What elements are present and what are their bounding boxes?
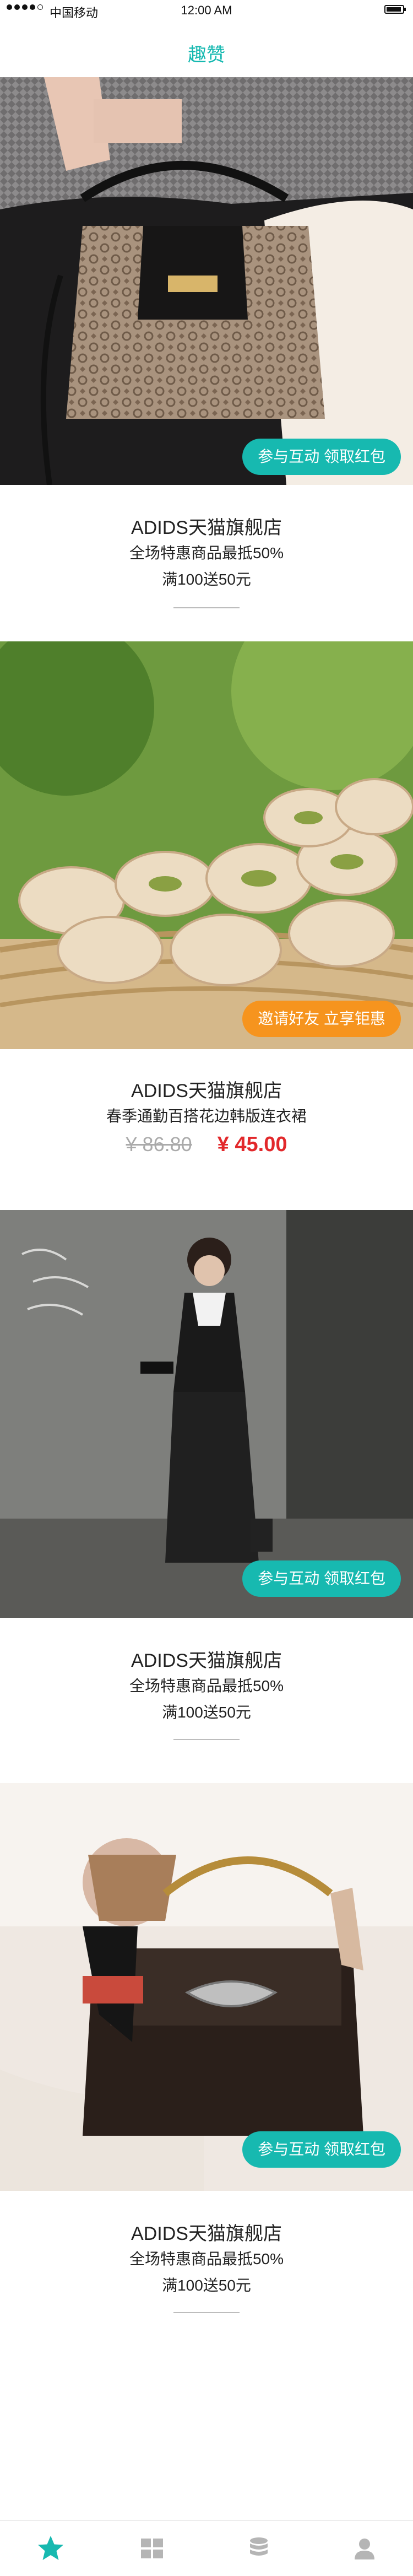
tab-profile[interactable] xyxy=(348,2532,381,2565)
divider xyxy=(173,607,240,608)
sale-price: ¥ 45.00 xyxy=(217,1133,287,1156)
fashion-model-image[interactable] xyxy=(0,1210,413,1618)
grid-icon xyxy=(141,2539,163,2558)
page-title: 趣赞 xyxy=(188,45,225,66)
tab-home[interactable] xyxy=(34,2532,67,2565)
tab-data[interactable] xyxy=(242,2532,275,2565)
pistachio-image[interactable] xyxy=(0,641,413,1049)
invite-pill-button[interactable]: 邀请好友 立享钜惠 xyxy=(242,1001,401,1037)
tab-bar xyxy=(0,2520,413,2576)
divider xyxy=(173,2312,240,2313)
clock: 12:00 AM xyxy=(181,3,232,17)
card-desc-line2: 满100送50元 xyxy=(162,2277,251,2294)
card-desc-line1: 全场特惠商品最抵50% xyxy=(129,1677,284,1694)
card-desc-line2: 满100送50元 xyxy=(162,1704,251,1721)
card-desc-line2: 满100送50元 xyxy=(162,571,251,588)
tab-category[interactable] xyxy=(135,2532,169,2565)
database-icon xyxy=(250,2537,268,2556)
promo-pill-button[interactable]: 参与互动 领取红包 xyxy=(242,439,401,475)
card-title: ADIDS天猫旗舰店 xyxy=(131,2223,282,2244)
card-desc-line1: 全场特惠商品最抵50% xyxy=(129,544,284,561)
card-desc-line1: 全场特惠商品最抵50% xyxy=(129,2250,284,2267)
nav-bar: 趣赞 xyxy=(0,22,413,77)
divider xyxy=(173,1739,240,1740)
promo-pill-button[interactable]: 参与互动 领取红包 xyxy=(242,2131,401,2168)
user-icon xyxy=(355,2539,374,2559)
price-row: ¥ 86.80 ¥ 45.00 xyxy=(0,1133,413,1157)
card-subtitle: 春季通勤百搭花边韩版连衣裙 xyxy=(106,1108,307,1125)
leather-bag-image[interactable] xyxy=(0,1783,413,2191)
card-title: ADIDS天猫旗舰店 xyxy=(131,517,282,538)
original-price: ¥ 86.80 xyxy=(126,1133,192,1155)
status-bar: 中国移动 12:00 AM xyxy=(0,0,413,22)
card-title: ADIDS天猫旗舰店 xyxy=(131,1081,282,1101)
promo-pill-button[interactable]: 参与互动 领取红包 xyxy=(242,1560,401,1597)
star-icon xyxy=(38,2536,63,2560)
handbag-image[interactable] xyxy=(0,77,413,485)
battery-icon xyxy=(384,5,406,14)
card-title: ADIDS天猫旗舰店 xyxy=(131,1650,282,1671)
